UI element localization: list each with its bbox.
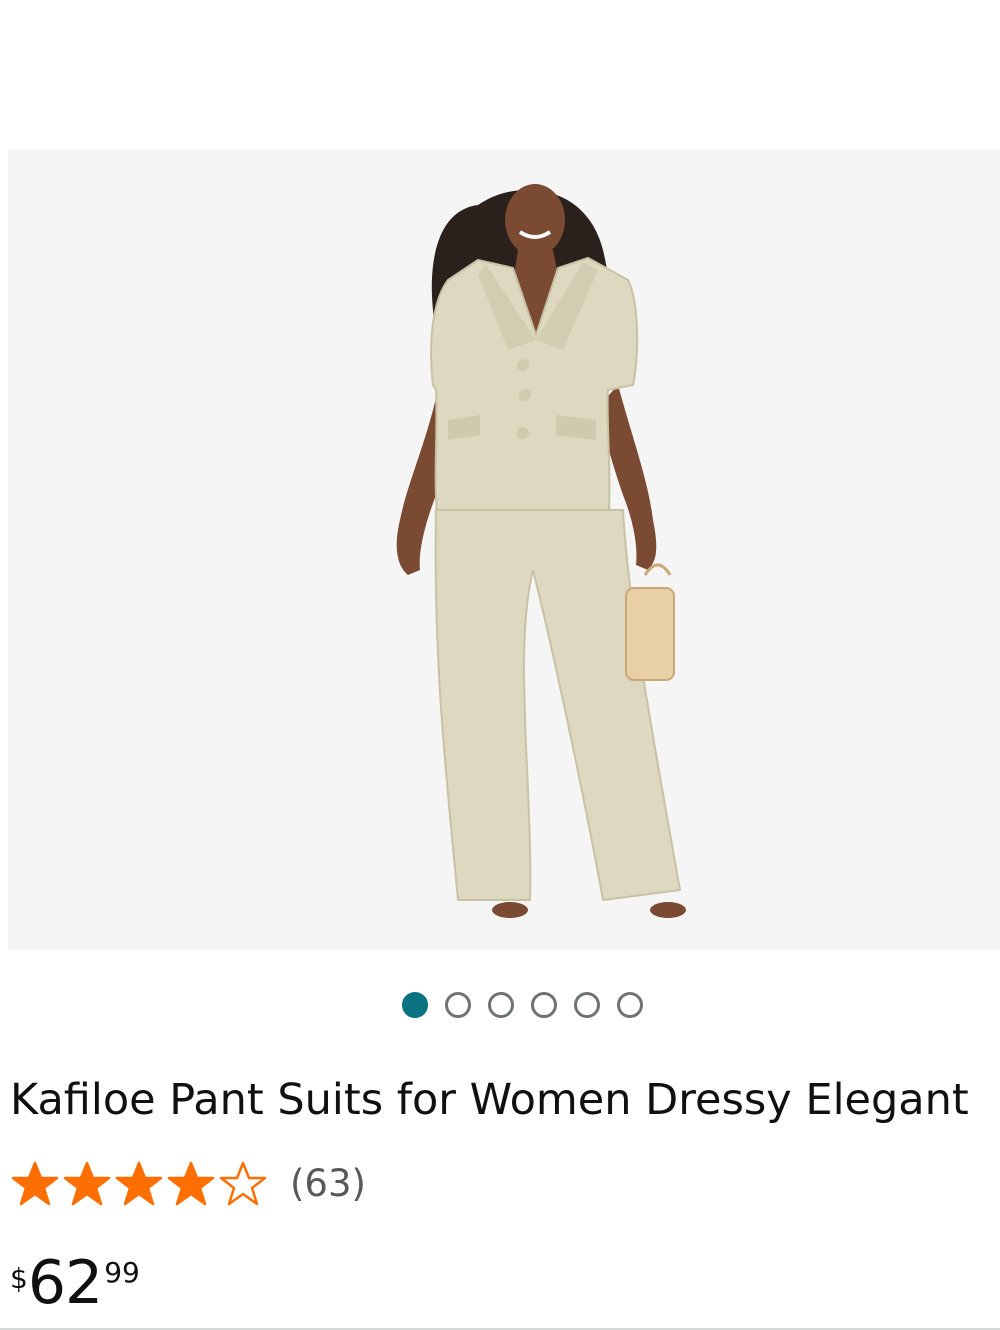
star-rating (10, 1160, 268, 1206)
review-count[interactable]: (63) (290, 1162, 366, 1205)
product-title[interactable]: Kafiloe Pant Suits for Women Dressy Eleg… (10, 1072, 1000, 1128)
product-image[interactable] (8, 150, 1000, 950)
carousel-dot-active[interactable] (402, 992, 428, 1018)
carousel-dot[interactable] (574, 992, 600, 1018)
star-filled-icon (11, 1161, 59, 1206)
price-currency-symbol: $ (10, 1262, 28, 1295)
star-filled-icon (115, 1161, 163, 1206)
carousel-dot[interactable] (617, 992, 643, 1018)
carousel-dot[interactable] (531, 992, 557, 1018)
price-fraction: 99 (104, 1256, 140, 1289)
carousel-dot[interactable] (445, 992, 471, 1018)
product-photo-icon (396, 184, 686, 918)
image-carousel-pager (402, 990, 643, 1020)
star-filled-icon (167, 1161, 215, 1206)
rating-row[interactable]: (63) (10, 1158, 366, 1208)
carousel-dot[interactable] (488, 992, 514, 1018)
star-filled-icon (63, 1161, 111, 1206)
price-whole: 62 (27, 1248, 103, 1318)
star-outline-icon (219, 1161, 267, 1206)
price: $ 62 99 (10, 1248, 140, 1318)
